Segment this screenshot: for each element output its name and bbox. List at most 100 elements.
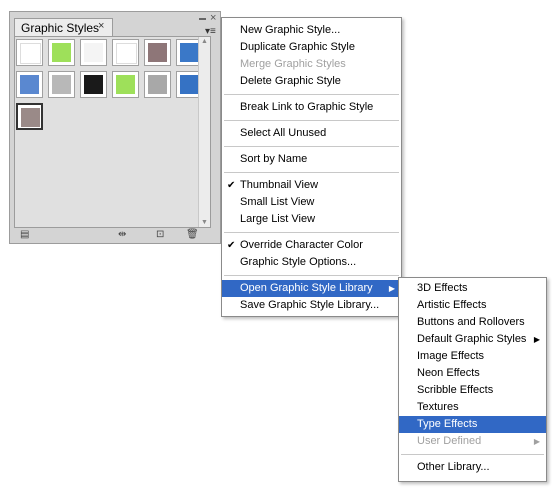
gray-shadow-icon <box>148 75 167 94</box>
menu-item-label: Other Library... <box>417 461 490 473</box>
menu-item-user-defined: User Defined ▶ <box>399 433 546 450</box>
swatch-black-rough[interactable] <box>80 71 107 98</box>
checkmark-icon: ✔ <box>227 240 236 251</box>
soft-white-icon <box>84 43 103 62</box>
menu-item-graphic-style-options[interactable]: Graphic Style Options... <box>222 254 401 271</box>
menu-item-3d-effects[interactable]: 3D Effects <box>399 280 546 297</box>
white-icon <box>116 43 137 64</box>
menu-item-label: Break Link to Graphic Style <box>240 101 374 113</box>
menu-item-label: Graphic Style Options... <box>240 256 357 268</box>
menu-item-label: Scribble Effects <box>417 384 494 396</box>
submenu-arrow-icon: ▶ <box>533 335 540 344</box>
menu-separator <box>224 232 399 233</box>
swatch-green-soft[interactable] <box>112 71 139 98</box>
library-menu-icon[interactable]: ▤ <box>20 229 32 240</box>
panel-flyout-menu: New Graphic Style... Duplicate Graphic St… <box>221 17 402 317</box>
metal-texture-icon <box>21 108 40 127</box>
menu-item-merge-graphic-styles: Merge Graphic Styles <box>222 56 401 73</box>
menu-item-label: Artistic Effects <box>417 299 487 311</box>
menu-item-save-graphic-style-library[interactable]: Save Graphic Style Library... <box>222 297 401 314</box>
scrollbar[interactable]: ▲ ▼ <box>198 37 210 227</box>
menu-item-delete-graphic-style[interactable]: Delete Graphic Style <box>222 73 401 90</box>
submenu-arrow-icon: ▶ <box>388 284 395 293</box>
menu-item-large-list-view[interactable]: Large List View <box>222 211 401 228</box>
scroll-up-icon[interactable]: ▲ <box>201 38 208 45</box>
menu-item-select-all-unused[interactable]: Select All Unused <box>222 125 401 142</box>
swatch-soft-white[interactable] <box>80 39 107 66</box>
blue-texture-icon <box>20 75 39 94</box>
close-icon[interactable]: × <box>210 12 216 24</box>
swatch-white[interactable] <box>112 39 139 66</box>
menu-item-label: Type Effects <box>417 418 478 430</box>
menu-item-label: Buttons and Rollovers <box>417 316 525 328</box>
default-none-icon <box>20 43 41 64</box>
collapse-icon[interactable] <box>199 18 206 20</box>
menu-item-label: Default Graphic Styles <box>417 333 527 345</box>
menu-item-thumbnail-view[interactable]: Thumbnail View ✔ <box>222 177 401 194</box>
menu-item-label: Open Graphic Style Library <box>240 282 373 294</box>
menu-item-sort-by-name[interactable]: Sort by Name <box>222 151 401 168</box>
menu-item-other-library[interactable]: Other Library... <box>399 459 546 476</box>
menu-item-label: Delete Graphic Style <box>240 75 341 87</box>
menu-separator <box>224 120 399 121</box>
tab-close-icon[interactable]: × <box>98 20 104 32</box>
menu-item-override-character-color[interactable]: Override Character Color ✔ <box>222 237 401 254</box>
menu-item-label: Image Effects <box>417 350 485 362</box>
break-link-icon[interactable]: ⇹ <box>118 229 130 240</box>
checkmark-icon: ✔ <box>227 180 236 191</box>
menu-item-label: Save Graphic Style Library... <box>240 299 380 311</box>
menu-item-break-link-to-graphic-style[interactable]: Break Link to Graphic Style <box>222 99 401 116</box>
menu-item-label: Sort by Name <box>240 153 308 165</box>
swatch-gray-shadow[interactable] <box>144 71 171 98</box>
gray-shard-icon <box>52 75 71 94</box>
menu-item-label: 3D Effects <box>417 282 468 294</box>
menu-item-label: User Defined <box>417 435 482 447</box>
menu-item-new-graphic-style[interactable]: New Graphic Style... <box>222 22 401 39</box>
swatch-green-glow[interactable] <box>48 39 75 66</box>
swatch-metal-texture[interactable] <box>16 103 43 130</box>
scroll-down-icon[interactable]: ▼ <box>201 219 208 226</box>
menu-item-duplicate-graphic-style[interactable]: Duplicate Graphic Style <box>222 39 401 56</box>
style-library-submenu: 3D Effects Artistic Effects Buttons and Ro… <box>398 277 547 482</box>
swatch-area: ▲ ▼ <box>14 36 211 228</box>
menu-separator <box>401 454 544 455</box>
menu-item-type-effects[interactable]: Type Effects <box>399 416 546 433</box>
menu-item-default-graphic-styles[interactable]: Default Graphic Styles ▶ <box>399 331 546 348</box>
swatch-blue-texture[interactable] <box>16 71 43 98</box>
new-style-icon[interactable]: ⊡ <box>156 229 168 240</box>
swatch-default-none[interactable] <box>16 39 43 66</box>
menu-item-artistic-effects[interactable]: Artistic Effects <box>399 297 546 314</box>
menu-item-label: Merge Graphic Styles <box>240 58 346 70</box>
menu-item-open-graphic-style-library[interactable]: Open Graphic Style Library ▶ <box>222 280 401 297</box>
menu-item-label: Duplicate Graphic Style <box>240 41 355 53</box>
tab-graphic-styles[interactable]: Graphic Styles × <box>14 18 113 36</box>
green-soft-icon <box>116 75 135 94</box>
panel-footer: ▤ ⇹ ⊡ 🗑 <box>10 226 220 243</box>
menu-item-label: Neon Effects <box>417 367 480 379</box>
green-glow-icon <box>52 43 71 62</box>
trash-icon[interactable]: 🗑 <box>186 229 199 240</box>
menu-item-scribble-effects[interactable]: Scribble Effects <box>399 382 546 399</box>
menu-separator <box>224 172 399 173</box>
menu-separator <box>224 94 399 95</box>
menu-item-textures[interactable]: Textures <box>399 399 546 416</box>
menu-item-label: Large List View <box>240 213 316 225</box>
menu-item-label: New Graphic Style... <box>240 24 341 36</box>
mauve-icon <box>148 43 167 62</box>
menu-separator <box>224 275 399 276</box>
submenu-arrow-icon: ▶ <box>533 437 540 446</box>
black-rough-icon <box>84 75 103 94</box>
blue-gradient-icon <box>180 75 199 94</box>
menu-item-neon-effects[interactable]: Neon Effects <box>399 365 546 382</box>
menu-item-label: Textures <box>417 401 459 413</box>
swatch-mauve[interactable] <box>144 39 171 66</box>
menu-item-buttons-and-rollovers[interactable]: Buttons and Rollovers <box>399 314 546 331</box>
menu-item-label: Override Character Color <box>240 239 363 251</box>
swatch-gray-shard[interactable] <box>48 71 75 98</box>
menu-item-image-effects[interactable]: Image Effects <box>399 348 546 365</box>
tab-label: Graphic Styles <box>21 21 100 35</box>
blue-bevel-icon <box>180 43 199 62</box>
menu-item-label: Select All Unused <box>240 127 327 139</box>
menu-item-small-list-view[interactable]: Small List View <box>222 194 401 211</box>
graphic-styles-panel: Graphic Styles × × ▾≡ ▲ ▼ ▤ ⇹ ⊡ 🗑 <box>9 11 221 244</box>
